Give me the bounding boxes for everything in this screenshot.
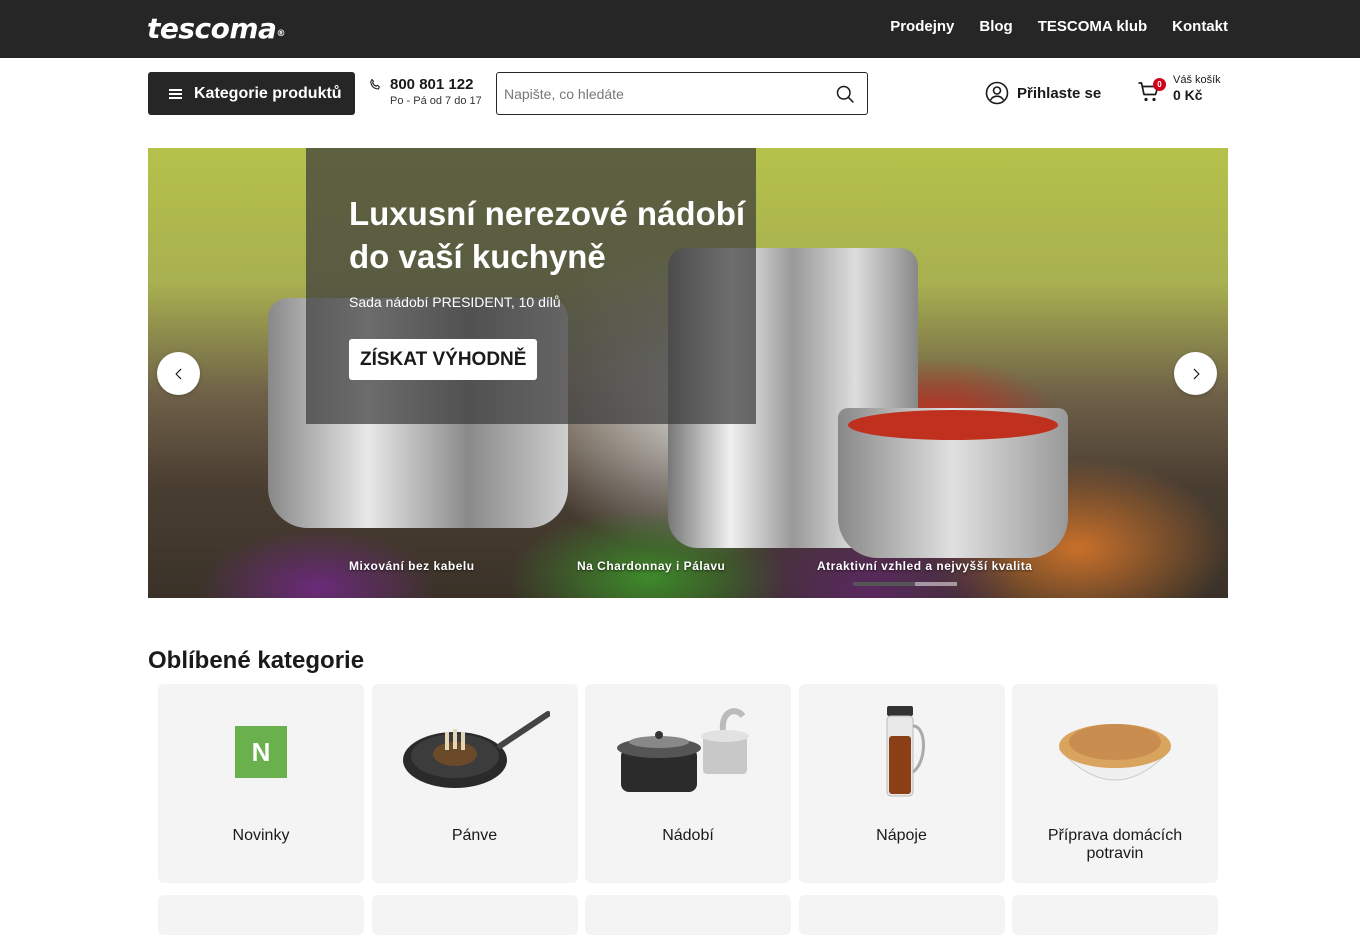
category-card-priprava[interactable]: Příprava domácích potravin xyxy=(1012,684,1218,883)
hero-carousel[interactable]: Luxusní nerezové nádobí do vaší kuchyně … xyxy=(148,148,1228,598)
slide-label-1[interactable]: Mixování bez kabelu xyxy=(349,559,475,573)
category-image xyxy=(827,702,977,802)
new-badge-icon: N xyxy=(235,726,287,778)
bread-bowl-icon xyxy=(1058,724,1172,781)
hero-cta-button[interactable]: ZÍSKAT VÝHODNĚ xyxy=(349,339,538,380)
registered-mark: ® xyxy=(276,29,285,39)
carousel-progress-bar xyxy=(853,582,957,586)
category-name: Pánve xyxy=(451,827,498,844)
category-card[interactable] xyxy=(798,895,1005,935)
search-input[interactable] xyxy=(497,73,823,114)
category-image xyxy=(1040,702,1190,802)
carousel-prev-button[interactable] xyxy=(157,352,200,395)
category-image xyxy=(400,702,550,802)
slide-label-3[interactable]: Atraktivní vzhled a nejvyšší kvalita xyxy=(817,559,1032,573)
cart-label: Váš košík xyxy=(1173,74,1221,86)
nav-link-blog[interactable]: Blog xyxy=(979,18,1012,35)
category-name: Příprava domácích potravin xyxy=(1047,827,1183,862)
cookware-icon xyxy=(617,708,749,792)
cart-count-badge: 0 xyxy=(1153,78,1166,91)
top-bar: tescoma® Prodejny Blog TESCOMA klub Kont… xyxy=(0,0,1360,58)
categories-grid: N Novinky Pánve Nádobí Nápoje Příprava d… xyxy=(158,684,1218,935)
category-image: N xyxy=(186,702,336,802)
nav-link-prodejny[interactable]: Prodejny xyxy=(890,18,954,35)
category-card[interactable] xyxy=(1012,895,1218,935)
search-icon xyxy=(836,85,854,103)
hamburger-icon xyxy=(169,88,182,99)
categories-button[interactable]: Kategorie produktů xyxy=(148,72,355,115)
category-card[interactable] xyxy=(158,895,364,935)
category-name: Nádobí xyxy=(662,827,714,844)
slide-label-2[interactable]: Na Chardonnay i Pálavu xyxy=(577,559,725,573)
section-title: Oblíbené kategorie xyxy=(148,647,365,674)
category-card-panve[interactable]: Pánve xyxy=(371,684,578,883)
category-name: Novinky xyxy=(232,827,290,844)
login-label: Přihlaste se xyxy=(1017,84,1102,102)
user-icon xyxy=(985,81,1009,105)
category-image xyxy=(613,702,763,802)
carousel-next-button[interactable] xyxy=(1174,352,1217,395)
categories-button-label: Kategorie produktů xyxy=(194,84,342,102)
phone-contact[interactable]: 800 801 122 Po - Pá od 7 do 17 xyxy=(368,76,482,108)
hero-sauce-image xyxy=(848,410,1058,440)
cart[interactable]: 0 Váš košík 0 Kč xyxy=(1137,74,1221,106)
tescoma-logo[interactable]: tescoma® xyxy=(147,12,285,45)
category-card[interactable] xyxy=(585,895,791,935)
carafe-icon xyxy=(886,706,925,797)
header: Kategorie produktů 800 801 122 Po - Pá o… xyxy=(0,58,1360,128)
hero-subtitle: Sada nádobí PRESIDENT, 10 dílů xyxy=(349,294,561,310)
category-card-nadobi[interactable]: Nádobí xyxy=(585,684,791,883)
hero-title: Luxusní nerezové nádobí do vaší kuchyně xyxy=(349,195,746,275)
chevron-left-icon xyxy=(175,368,181,379)
category-card[interactable] xyxy=(371,895,578,935)
pan-icon xyxy=(402,711,550,788)
phone-icon xyxy=(370,78,380,90)
nav-link-club[interactable]: TESCOMA klub xyxy=(1038,18,1147,35)
category-card-novinky[interactable]: N Novinky xyxy=(158,684,364,883)
cart-text: Váš košík 0 Kč xyxy=(1173,74,1221,106)
hero-text-overlay xyxy=(306,148,756,424)
login-link[interactable]: Přihlaste se xyxy=(985,81,1101,105)
search-box xyxy=(496,72,868,115)
cart-amount: 0 Kč xyxy=(1173,87,1203,103)
carousel-progress-fill xyxy=(853,582,916,586)
phone-text: 800 801 122 Po - Pá od 7 do 17 xyxy=(390,76,482,108)
category-name: Nápoje xyxy=(876,827,927,844)
top-nav: Prodejny Blog TESCOMA klub Kontakt xyxy=(890,18,1228,35)
category-card-napoje[interactable]: Nápoje xyxy=(798,684,1005,883)
logo-text: tescoma xyxy=(147,12,277,45)
nav-link-contact[interactable]: Kontakt xyxy=(1172,18,1228,35)
phone-number: 800 801 122 xyxy=(390,76,474,93)
chevron-right-icon xyxy=(1193,368,1199,379)
carousel-slide-labels: Mixování bez kabelu Na Chardonnay i Pála… xyxy=(148,559,1228,573)
phone-hours: Po - Pá od 7 do 17 xyxy=(390,95,482,107)
cart-icon-wrap: 0 xyxy=(1137,78,1166,106)
search-button[interactable] xyxy=(823,73,867,114)
